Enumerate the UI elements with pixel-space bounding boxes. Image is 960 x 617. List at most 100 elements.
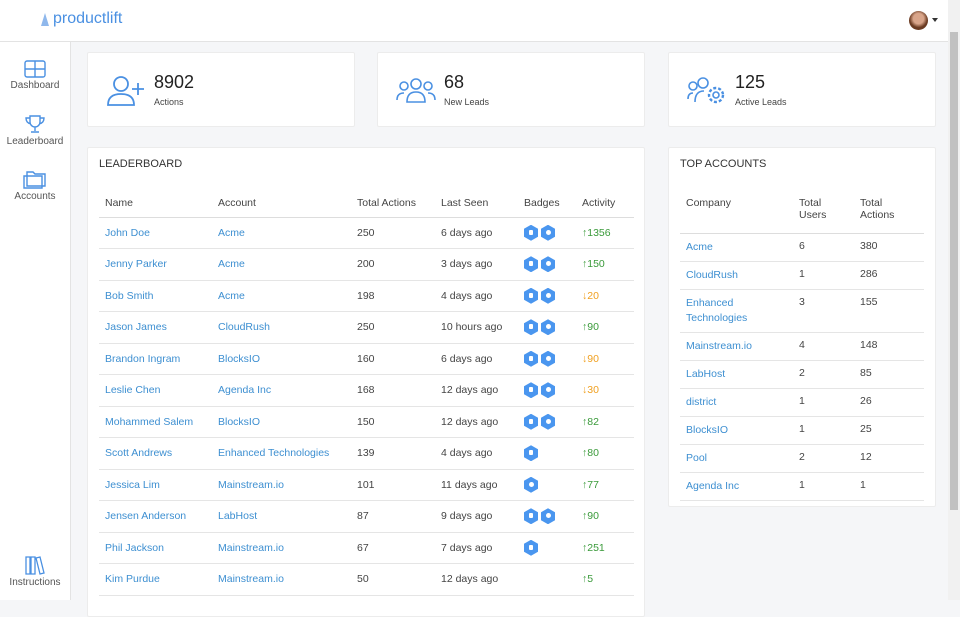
company-link[interactable]: CloudRush [686,269,738,281]
logo[interactable]: productlift [40,10,122,28]
account-cell: Mainstream.io [212,469,351,501]
table-row: Acme 6 380 [680,233,924,262]
books-icon [25,556,45,575]
total-actions-cell: 1 [854,472,924,501]
table-row: Jensen Anderson LabHost 87 9 days ago ↑90 [99,500,634,533]
table-row: Jason James CloudRush 250 10 hours ago ↑90 [99,311,634,344]
stat-label: Active Leads [735,97,787,107]
company-link[interactable]: Acme [686,241,713,253]
total-actions-cell: 50 [351,563,435,596]
total-actions-cell: 250 [351,311,435,344]
account-link[interactable]: Mainstream.io [218,479,284,491]
total-actions-cell: 286 [854,261,924,290]
account-link[interactable]: BlocksIO [218,353,260,365]
account-link[interactable]: BlocksIO [218,416,260,428]
sidebar-item-instructions[interactable]: Instructions [0,555,70,588]
account-link[interactable]: LabHost [218,510,257,522]
account-link[interactable]: Mainstream.io [218,542,284,554]
stat-card-active-leads: 125 Active Leads [668,52,936,127]
users-gear-icon [687,77,725,104]
table-row: Bob Smith Acme 198 4 days ago ↓20 [99,280,634,312]
sidebar-item-leaderboard[interactable]: Leaderboard [0,114,70,147]
company-cell: LabHost [680,360,793,389]
total-actions-cell: 168 [351,374,435,407]
activity-value: 77 [587,478,599,491]
activity-cell: ↑77 [576,469,634,501]
user-link[interactable]: Leslie Chen [105,384,160,396]
award-badge-icon [541,287,555,304]
sidebar-item-label: Instructions [9,577,61,588]
user-link[interactable]: Phil Jackson [105,542,164,554]
account-link[interactable]: Acme [218,290,245,302]
user-link[interactable]: Brandon Ingram [105,353,180,365]
company-link[interactable]: LabHost [686,368,725,380]
company-link[interactable]: Agenda Inc [686,480,739,492]
user-link[interactable]: Jessica Lim [105,479,160,491]
table-row: Scott Andrews Enhanced Technologies 139 4 d… [99,437,634,470]
total-actions-cell: 380 [854,233,924,262]
sidebar-item-label: Dashboard [10,80,60,91]
company-cell: Acme [680,233,793,262]
account-link[interactable]: Mainstream.io [218,573,284,585]
sidebar-item-dashboard[interactable]: Dashboard [0,60,70,91]
total-users-cell: 6 [793,233,854,262]
table-row: Jessica Lim Mainstream.io 101 11 days ago ↑7… [99,469,634,501]
name-cell: Jenny Parker [99,248,212,281]
company-cell: BlocksIO [680,416,793,445]
total-actions-cell: 198 [351,280,435,312]
leaderboard-title: LEADERBOARD [99,158,183,170]
sidebar-item-label: Leaderboard [6,136,64,147]
table-row: Phil Jackson Mainstream.io 67 7 days ago ↑25… [99,532,634,564]
name-cell: John Doe [99,217,212,249]
total-users-cell: 1 [793,261,854,290]
user-link[interactable]: Kim Purdue [105,573,160,585]
award-badge-icon [541,319,555,336]
activity-cell: ↑5 [576,563,634,596]
company-cell: Pool [680,444,793,473]
total-users-cell: 1 [793,388,854,417]
activity-cell: ↑82 [576,406,634,438]
total-actions-cell: 155 [854,289,924,333]
user-link[interactable]: John Doe [105,227,150,239]
avatar[interactable] [909,11,928,30]
activity-cell: ↑150 [576,248,634,281]
user-link[interactable]: Jason James [105,321,167,333]
total-actions-cell: 87 [351,500,435,533]
award-badge-icon [541,413,555,430]
account-link[interactable]: CloudRush [218,321,270,333]
last-seen-cell: 4 days ago [435,280,518,312]
company-link[interactable]: Enhanced Technologies [686,297,747,324]
company-link[interactable]: BlocksIO [686,424,728,436]
user-link[interactable]: Scott Andrews [105,447,172,459]
company-link[interactable]: district [686,396,716,408]
badges-cell [518,532,576,564]
account-cell: CloudRush [212,311,351,344]
user-link[interactable]: Bob Smith [105,290,153,302]
name-cell: Phil Jackson [99,532,212,564]
company-cell: Agenda Inc [680,472,793,501]
chevron-down-icon[interactable] [932,18,938,22]
table-row: BlocksIO 1 25 [680,416,924,445]
account-link[interactable]: Agenda Inc [218,384,271,396]
users-group-icon [396,78,436,103]
sidebar-item-accounts[interactable]: Accounts [0,169,70,202]
activity-value: 90 [587,321,599,334]
total-actions-cell: 12 [854,444,924,473]
company-link[interactable]: Pool [686,452,707,464]
total-actions-cell: 250 [351,217,435,249]
stat-value: 8902 [154,72,195,92]
name-cell: Jensen Anderson [99,500,212,533]
user-link[interactable]: Mohammed Salem [105,416,193,428]
user-link[interactable]: Jensen Anderson [105,510,186,522]
user-plus-icon [107,76,144,106]
company-cell: CloudRush [680,261,793,290]
account-link[interactable]: Enhanced Technologies [218,447,329,459]
company-link[interactable]: Mainstream.io [686,340,752,352]
user-link[interactable]: Jenny Parker [105,258,167,270]
account-cell: Acme [212,217,351,249]
scrollbar-thumb[interactable] [950,32,958,510]
account-link[interactable]: Acme [218,258,245,270]
column-header: Account [212,197,351,218]
account-link[interactable]: Acme [218,227,245,239]
total-users-cell: 1 [793,472,854,501]
